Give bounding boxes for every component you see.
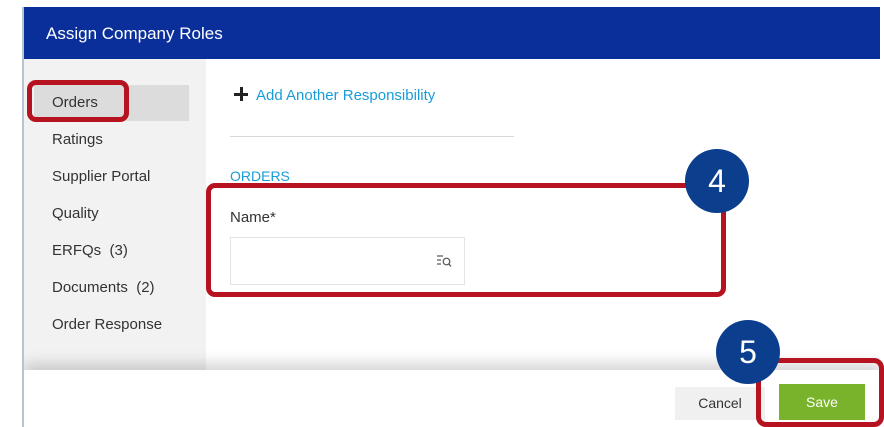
- name-field-label: Name*: [230, 209, 276, 226]
- main-panel: Add Another Responsibility ORDERS Name*: [206, 59, 880, 370]
- plus-icon: [234, 87, 248, 101]
- step-5-badge: 5: [716, 320, 780, 384]
- section-title-orders: ORDERS: [230, 168, 290, 184]
- add-responsibility-label: Add Another Responsibility: [256, 87, 436, 104]
- dialog-title: Assign Company Roles: [24, 7, 880, 59]
- sidebar-item-documents[interactable]: Documents (2): [52, 279, 155, 296]
- divider: [230, 136, 514, 137]
- sidebar-item-order-response[interactable]: Order Response: [52, 316, 162, 333]
- step-4-badge: 4: [685, 149, 749, 213]
- sidebar: Orders Ratings Supplier Portal Quality E…: [24, 59, 206, 370]
- save-button[interactable]: Save: [779, 384, 865, 420]
- sidebar-item-orders[interactable]: Orders: [52, 94, 98, 111]
- add-responsibility-link[interactable]: Add Another Responsibility: [234, 87, 435, 104]
- sidebar-item-ratings[interactable]: Ratings: [52, 131, 103, 148]
- sidebar-item-erfqs[interactable]: ERFQs (3): [52, 242, 128, 259]
- list-search-icon[interactable]: [436, 253, 452, 269]
- sidebar-item-quality[interactable]: Quality: [52, 205, 99, 222]
- name-input[interactable]: [230, 237, 465, 285]
- cancel-button[interactable]: Cancel: [675, 387, 765, 420]
- sidebar-item-supplier-portal[interactable]: Supplier Portal: [52, 168, 150, 185]
